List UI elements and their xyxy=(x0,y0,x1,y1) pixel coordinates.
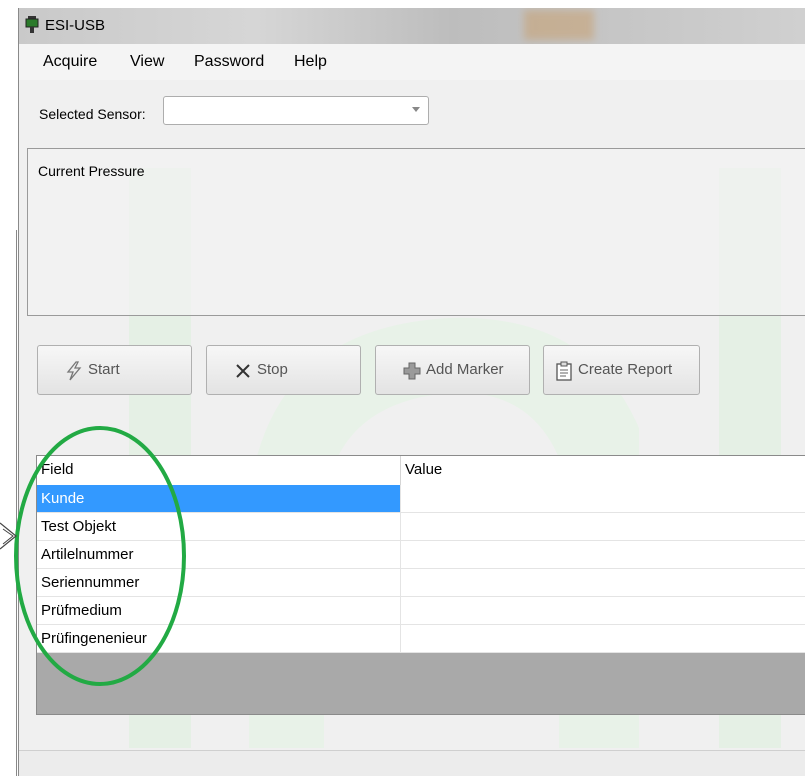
field-text: Artilelnummer xyxy=(41,546,134,563)
app-window: ESI-USB Acquire View Password Help Selec… xyxy=(18,8,805,776)
field-cell[interactable]: Artilelnummer xyxy=(37,541,400,568)
window-title: ESI-USB xyxy=(45,17,106,34)
create-report-button-label: Create Report xyxy=(578,361,673,378)
selected-sensor-label: Selected Sensor: xyxy=(39,106,146,122)
table-row[interactable]: Artilelnummer xyxy=(37,541,805,569)
column-header-value[interactable]: Value xyxy=(405,461,442,478)
field-value-grid: Field Value Kunde Test Objekt Artilelnum… xyxy=(36,455,805,715)
current-pressure-panel: Current Pressure xyxy=(27,148,805,316)
create-report-button[interactable]: Create Report xyxy=(543,345,700,395)
table-row[interactable]: Test Objekt xyxy=(37,513,805,541)
value-cell[interactable] xyxy=(400,625,805,652)
current-pressure-label: Current Pressure xyxy=(38,163,145,179)
table-row[interactable]: Prüfmedium xyxy=(37,597,805,625)
stop-button[interactable]: Stop xyxy=(206,345,361,395)
menu-bar: Acquire View Password Help xyxy=(19,44,805,80)
lightning-icon xyxy=(66,361,82,381)
add-marker-button[interactable]: Add Marker xyxy=(375,345,530,395)
plus-icon xyxy=(403,362,421,380)
value-cell[interactable] xyxy=(400,513,805,540)
sensor-dropdown[interactable] xyxy=(163,96,429,125)
value-cell[interactable] xyxy=(400,541,805,568)
grid-header: Field Value xyxy=(37,456,805,486)
arrow-icon xyxy=(0,522,17,550)
start-button[interactable]: Start xyxy=(37,345,192,395)
value-cell[interactable] xyxy=(400,597,805,624)
add-marker-button-label: Add Marker xyxy=(426,361,504,378)
field-text: Seriennummer xyxy=(41,574,140,591)
field-cell[interactable]: Test Objekt xyxy=(37,513,400,540)
column-separator[interactable] xyxy=(400,456,401,485)
stop-button-label: Stop xyxy=(257,361,288,378)
value-cell[interactable] xyxy=(400,569,805,596)
field-text: Test Objekt xyxy=(41,518,117,535)
sensor-app-icon xyxy=(25,16,39,33)
field-cell[interactable]: Prüfmedium xyxy=(37,597,400,624)
table-row[interactable]: Seriennummer xyxy=(37,569,805,597)
field-cell[interactable]: Prüfingenenieur xyxy=(37,625,400,652)
menu-acquire[interactable]: Acquire xyxy=(43,53,97,71)
start-button-label: Start xyxy=(88,361,120,378)
status-bar xyxy=(19,750,805,776)
field-cell[interactable]: Kunde xyxy=(37,485,400,512)
field-text: Kunde xyxy=(41,490,85,507)
title-bar: ESI-USB xyxy=(19,8,805,44)
clipboard-icon xyxy=(556,361,572,381)
menu-password[interactable]: Password xyxy=(194,53,264,71)
titlebar-blur xyxy=(524,10,594,40)
table-row[interactable]: Prüfingenenieur xyxy=(37,625,805,653)
window-shadow-edge xyxy=(16,230,17,776)
menu-view[interactable]: View xyxy=(130,53,164,71)
table-row[interactable]: Kunde xyxy=(37,485,805,513)
field-cell[interactable]: Seriennummer xyxy=(37,569,400,596)
menu-help[interactable]: Help xyxy=(294,53,327,71)
close-icon xyxy=(236,364,250,378)
field-text: Prüfingenenieur xyxy=(41,630,147,647)
chevron-down-icon[interactable] xyxy=(412,107,420,112)
value-cell[interactable] xyxy=(400,485,805,512)
column-header-field[interactable]: Field xyxy=(41,461,74,478)
field-text: Prüfmedium xyxy=(41,602,122,619)
